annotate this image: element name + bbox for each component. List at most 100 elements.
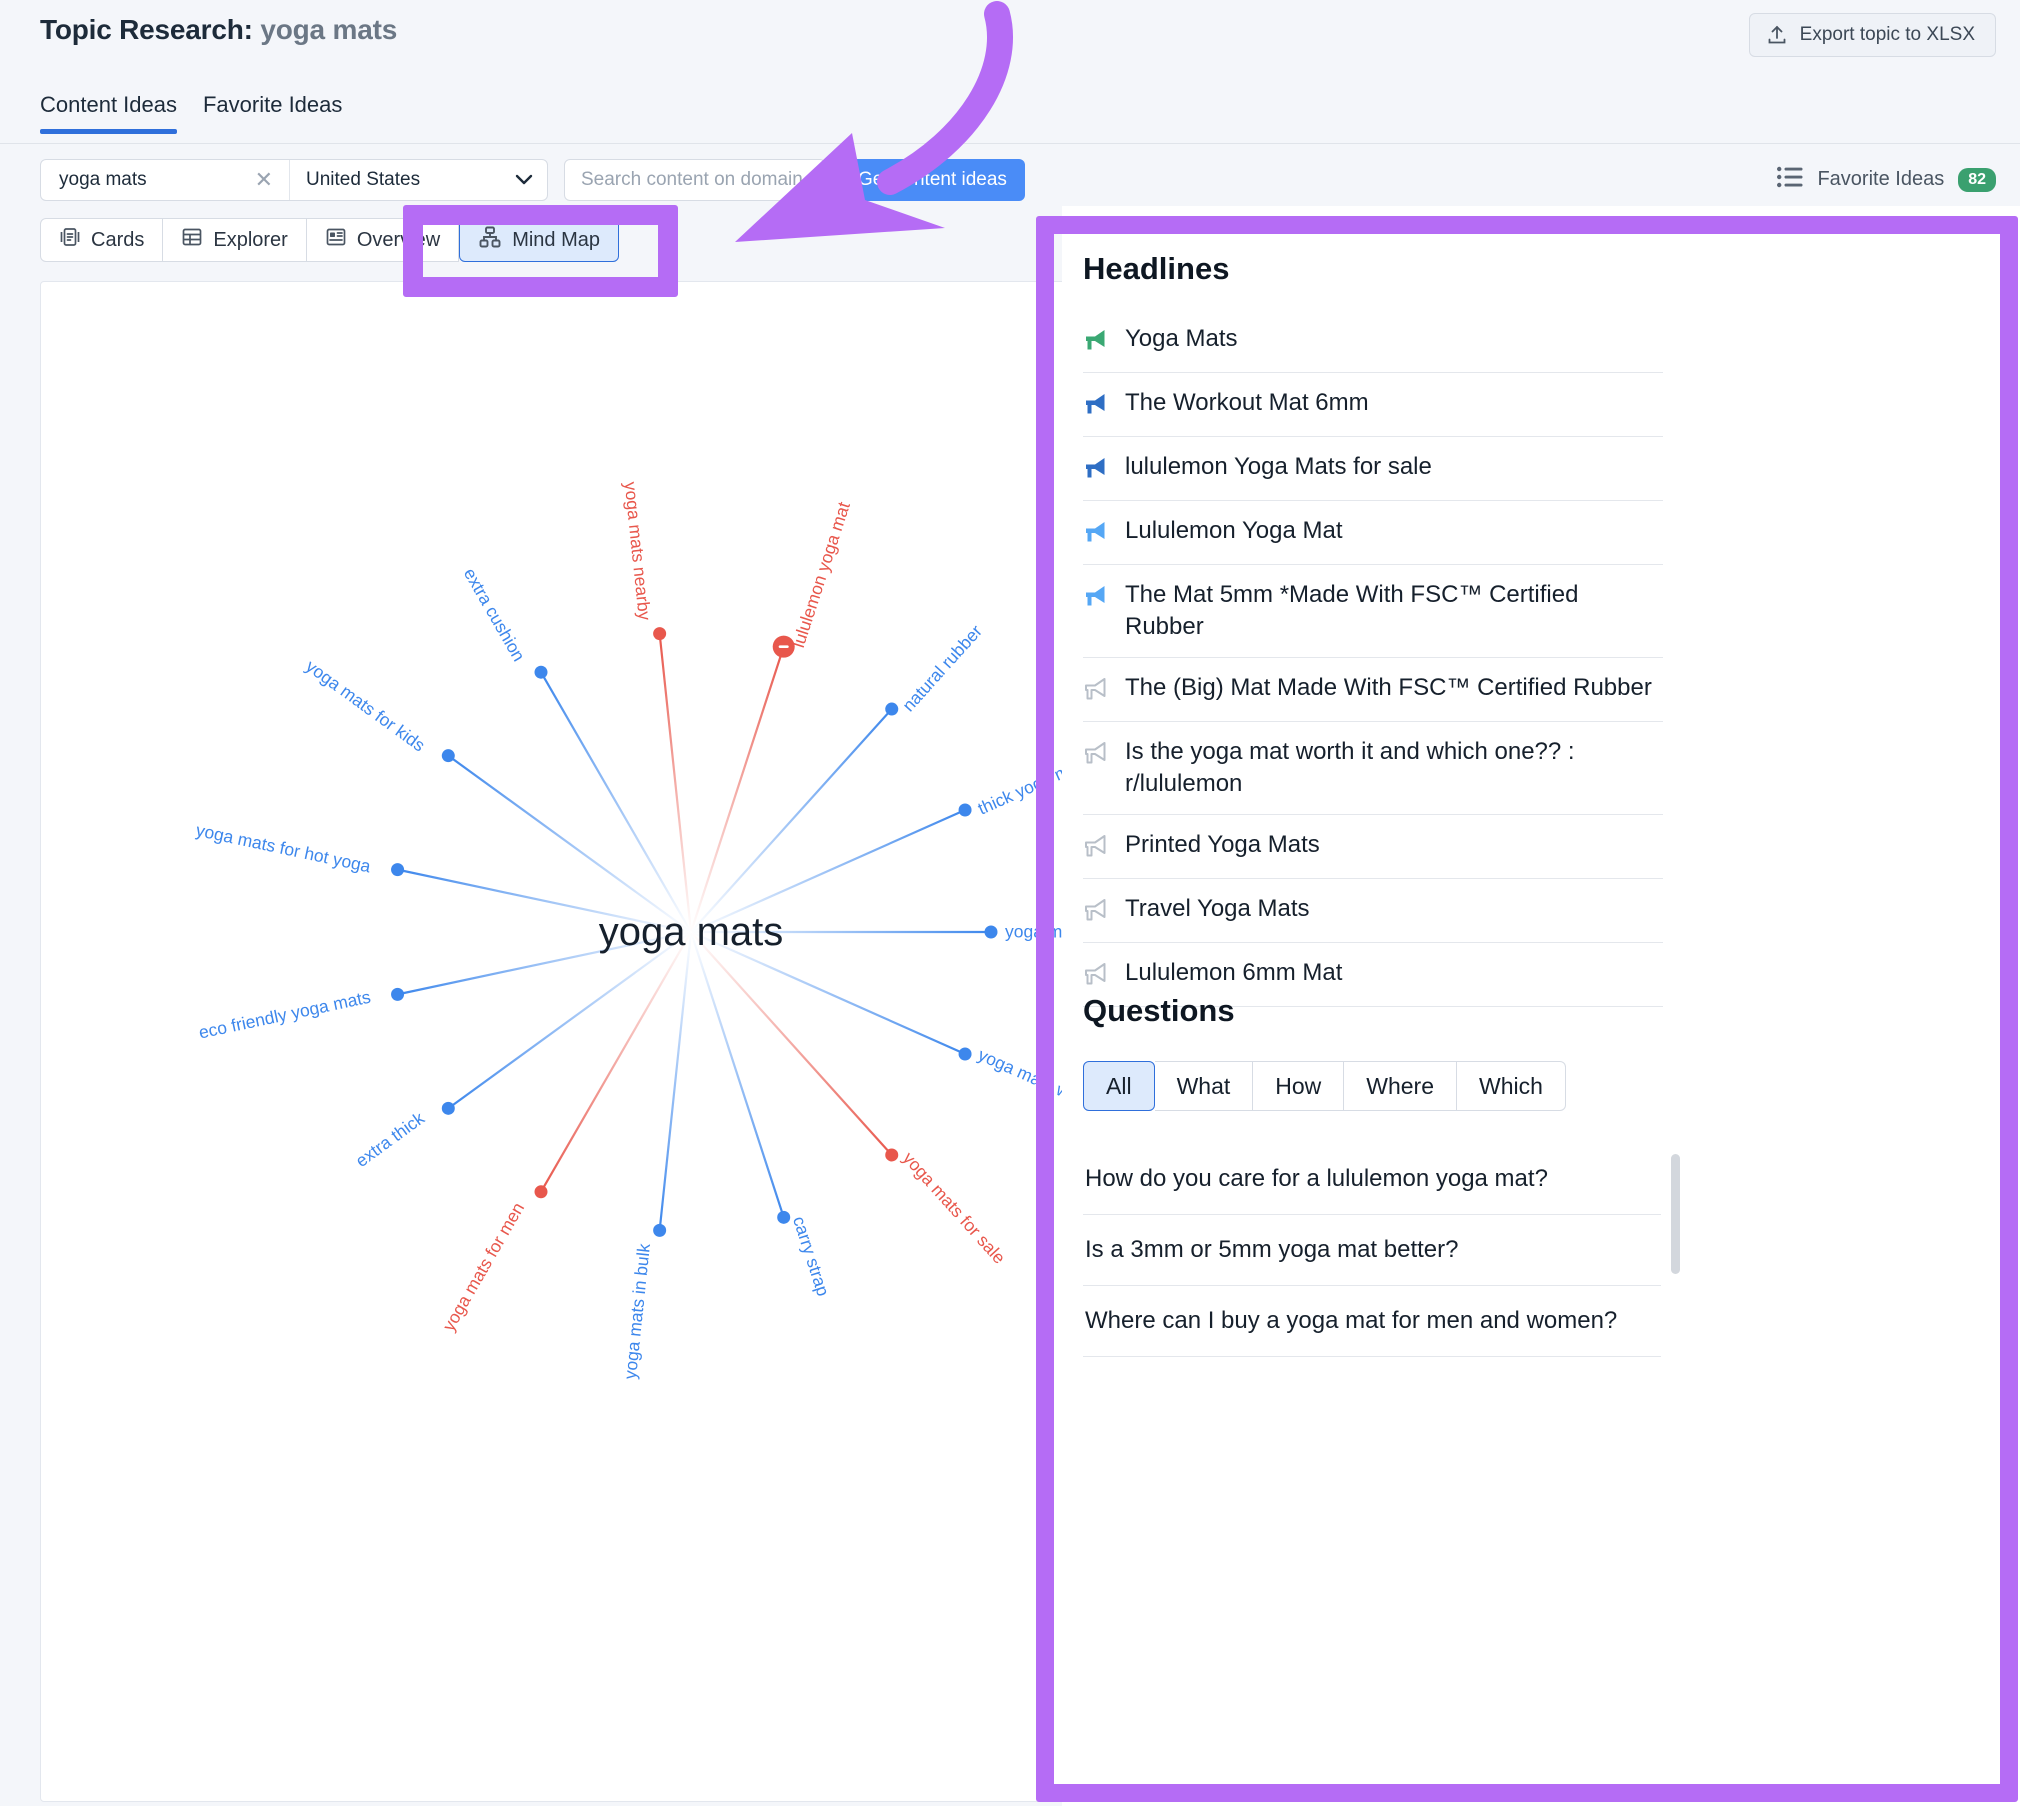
headline-item[interactable]: The Workout Mat 6mm [1083, 373, 1663, 437]
mindmap-icon [478, 225, 502, 255]
question-item[interactable]: Is a 3mm or 5mm yoga mat better? [1083, 1215, 1661, 1287]
mindmap-edge [690, 931, 893, 1156]
search-domain-input[interactable] [579, 168, 811, 192]
megaphone-outline-icon [1083, 957, 1109, 992]
close-icon[interactable]: ✕ [251, 169, 277, 191]
questions-filter-tab-where[interactable]: Where [1344, 1061, 1458, 1111]
favorite-ideas-count-badge: 82 [1958, 167, 1996, 192]
view-button-explorer[interactable]: Explorer [163, 218, 307, 262]
headline-item[interactable]: Is the yoga mat worth it and which one??… [1083, 722, 1663, 815]
mindmap-edge [689, 931, 785, 1218]
mindmap-node[interactable] [984, 925, 998, 939]
favorite-ideas-label: Favorite Ideas [1817, 168, 1945, 190]
domain-field-wrap [564, 159, 826, 201]
view-button-overview-label: Overview [356, 228, 441, 251]
view-button-mind-map[interactable]: Mind Map [459, 218, 620, 262]
table-icon [181, 226, 203, 254]
questions-filter-tab-what[interactable]: What [1154, 1061, 1254, 1111]
headlines-list: Yoga Mats The Workout Mat 6mm lululemon Yo… [1083, 309, 1663, 1007]
questions-filter-tabs: All What How Where Which [1083, 1061, 1566, 1111]
megaphone-outline-icon [1083, 829, 1109, 864]
headline-text: lululemon Yoga Mats for sale [1125, 453, 1432, 480]
view-button-cards[interactable]: Cards [40, 218, 164, 262]
megaphone-outline-icon [1083, 672, 1109, 707]
megaphone-icon [1083, 515, 1109, 550]
headline-item[interactable]: The (Big) Mat Made With FSC™ Certified R… [1083, 658, 1663, 722]
question-item[interactable]: How do you care for a lululemon yoga mat… [1083, 1144, 1661, 1216]
headline-item[interactable]: Printed Yoga Mats [1083, 815, 1663, 879]
headline-text: The Mat 5mm *Made With FSC™ Certified Ru… [1125, 581, 1579, 640]
questions-section-title: Questions [1083, 993, 1235, 1028]
questions-filter-tab-which[interactable]: Which [1457, 1061, 1566, 1111]
page-title-keyword: yoga mats [260, 14, 398, 45]
page-title-prefix: Topic Research: [40, 14, 253, 45]
megaphone-icon [1083, 451, 1109, 486]
questions-filter-tab-all[interactable]: All [1083, 1061, 1155, 1111]
mindmap-node[interactable] [391, 987, 405, 1001]
mindmap-node[interactable] [885, 1148, 899, 1162]
upload-icon [1766, 24, 1788, 46]
country-select-value: United States [306, 169, 421, 190]
mindmap-node-collapse-icon [778, 645, 789, 648]
questions-filter-tab-how[interactable]: How [1253, 1061, 1345, 1111]
search-row: ✕ United States Get content ideas [40, 159, 1025, 201]
search-field-group: ✕ United States [40, 159, 548, 201]
view-button-overview[interactable]: Overview [306, 218, 460, 262]
headline-item[interactable]: Travel Yoga Mats [1083, 879, 1663, 943]
chevron-down-icon [515, 169, 533, 191]
get-content-ideas-button[interactable]: Get content ideas [840, 159, 1025, 201]
headline-text: The (Big) Mat Made With FSC™ Certified R… [1125, 673, 1652, 701]
megaphone-icon [1083, 323, 1109, 358]
main-tabs: Content Ideas Favorite Ideas [40, 92, 342, 134]
tab-content-ideas[interactable]: Content Ideas [40, 92, 177, 134]
page-title: Topic Research: yoga mats [40, 14, 397, 46]
mindmap-edge [690, 708, 893, 933]
headline-text: Lululemon Yoga Mat [1125, 517, 1343, 544]
mindmap-node[interactable] [653, 627, 667, 641]
megaphone-icon [1083, 387, 1109, 422]
questions-list: How do you care for a lululemon yoga mat… [1083, 1144, 1661, 1358]
export-topic-button[interactable]: Export topic to XLSX [1748, 13, 1996, 57]
mindmap-edge [690, 930, 966, 1056]
mindmap-node[interactable] [441, 749, 455, 763]
question-item[interactable]: Where can I buy a yoga mat for men and w… [1083, 1286, 1661, 1358]
headline-item[interactable]: The Mat 5mm *Made With FSC™ Certified Ru… [1083, 565, 1663, 658]
headline-item[interactable]: Yoga Mats [1083, 309, 1663, 373]
list-icon [1777, 166, 1803, 193]
headlines-section-title: Headlines [1083, 251, 1230, 286]
mindmap-node[interactable] [534, 1185, 548, 1199]
mindmap-node[interactable] [391, 863, 405, 877]
keyword-input[interactable] [57, 168, 251, 192]
megaphone-icon [1083, 579, 1109, 614]
favorite-ideas-link[interactable]: Favorite Ideas 82 [1777, 166, 1996, 193]
mindmap-edge [690, 808, 966, 934]
ideas-side-panel: Headlines Yoga Mats The Workout Mat 6mm lu… [1062, 206, 2020, 1806]
overview-icon [325, 226, 347, 254]
export-topic-label: Export topic to XLSX [1799, 24, 1975, 45]
headline-item[interactable]: lululemon Yoga Mats for sale [1083, 437, 1663, 501]
view-mode-toggle-group: Cards Explorer Overview Mind Map [40, 218, 620, 262]
headline-text: The Workout Mat 6mm [1125, 389, 1369, 416]
view-button-mind-map-label: Mind Map [512, 228, 601, 251]
country-select[interactable]: United States [289, 160, 547, 200]
mindmap-node[interactable] [653, 1223, 667, 1237]
mindmap-node[interactable] [958, 1047, 972, 1061]
mindmap-node[interactable] [885, 702, 899, 716]
questions-scrollbar[interactable] [1671, 1154, 1680, 1274]
headline-item[interactable]: Lululemon Yoga Mat [1083, 501, 1663, 565]
mindmap-node[interactable] [958, 803, 972, 817]
keyword-field-wrap: ✕ [41, 160, 289, 200]
cards-icon [59, 226, 81, 254]
mindmap-node[interactable] [441, 1101, 455, 1115]
mindmap-edge [689, 646, 785, 933]
view-button-explorer-label: Explorer [213, 228, 288, 251]
megaphone-outline-icon [1083, 893, 1109, 928]
mindmap-node[interactable] [534, 665, 548, 679]
view-button-cards-label: Cards [91, 228, 145, 251]
headline-text: Yoga Mats [1125, 325, 1238, 352]
headline-text: Is the yoga mat worth it and which one??… [1125, 737, 1575, 797]
megaphone-outline-icon [1083, 736, 1109, 771]
headline-text: Lululemon 6mm Mat [1125, 958, 1343, 986]
headline-text: Printed Yoga Mats [1125, 830, 1320, 858]
tab-favorite-ideas[interactable]: Favorite Ideas [203, 92, 342, 134]
